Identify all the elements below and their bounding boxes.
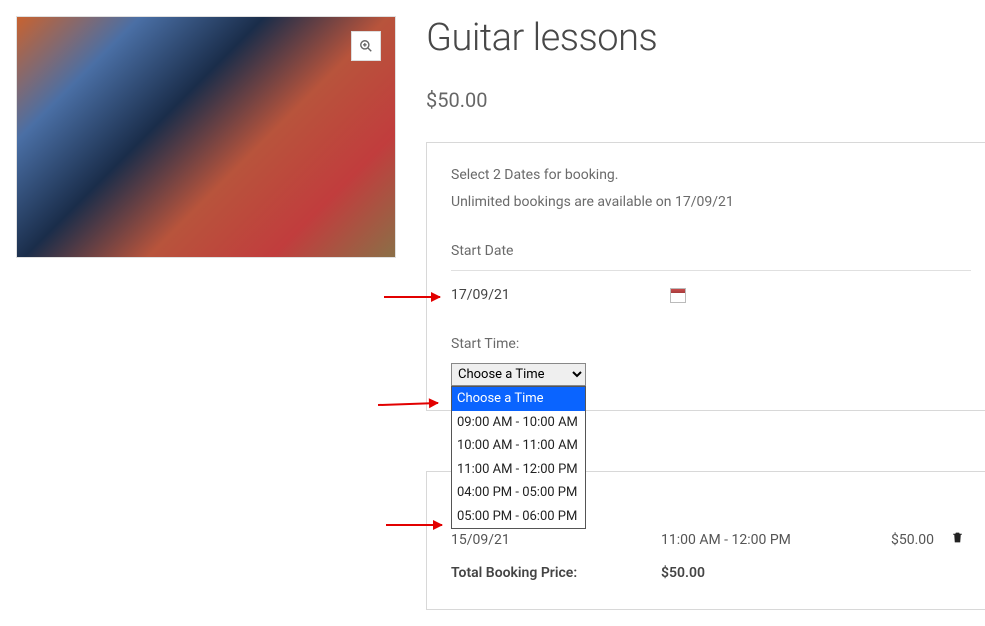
trash-icon (951, 530, 964, 545)
product-title: Guitar lessons (426, 16, 985, 60)
product-price: $50.00 (426, 88, 985, 112)
time-option[interactable]: 09:00 AM - 10:00 AM (452, 411, 585, 435)
product-image[interactable] (16, 16, 396, 258)
time-option[interactable]: 04:00 PM - 05:00 PM (452, 481, 585, 505)
summary-date: 15/09/21 (451, 532, 661, 548)
annotation-arrow (386, 524, 442, 526)
total-label: Total Booking Price: (451, 565, 661, 581)
delete-booking-button[interactable] (951, 530, 971, 549)
start-date-value[interactable]: 17/09/21 (451, 285, 510, 306)
total-value: $50.00 (661, 565, 891, 581)
summary-price: $50.00 (891, 532, 951, 548)
start-date-label: Start Date (451, 241, 971, 262)
search-plus-icon (359, 39, 373, 53)
annotation-arrow (384, 296, 440, 298)
time-option[interactable]: 11:00 AM - 12:00 PM (452, 458, 585, 482)
summary-total-row: Total Booking Price: $50.00 (451, 555, 971, 587)
zoom-button[interactable] (351, 31, 381, 61)
time-option[interactable]: 05:00 PM - 06:00 PM (452, 505, 585, 529)
booking-form: Select 2 Dates for booking. Unlimited bo… (426, 142, 985, 411)
start-time-label: Start Time: (451, 334, 971, 355)
booking-availability: Unlimited bookings are available on 17/0… (451, 192, 971, 213)
booking-instruction: Select 2 Dates for booking. (451, 165, 971, 186)
start-time-select[interactable]: Choose a Time (451, 363, 586, 386)
calendar-icon[interactable] (670, 288, 686, 303)
time-option[interactable]: 10:00 AM - 11:00 AM (452, 434, 585, 458)
time-dropdown-list[interactable]: Choose a Time09:00 AM - 10:00 AM10:00 AM… (451, 386, 586, 529)
summary-time: 11:00 AM - 12:00 PM (661, 532, 891, 548)
time-option[interactable]: Choose a Time (452, 387, 585, 411)
